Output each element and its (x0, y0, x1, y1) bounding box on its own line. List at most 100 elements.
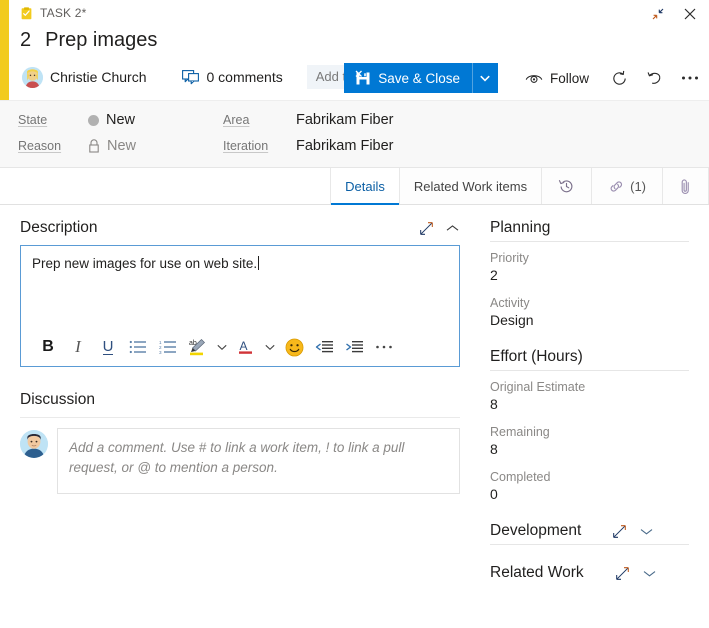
state-dot-icon (88, 115, 99, 126)
field-label-reason: Reason (18, 139, 88, 153)
chevron-down-icon (480, 75, 490, 82)
work-item-type-label: TASK 2* (40, 6, 87, 20)
underline-button[interactable]: U (93, 332, 123, 362)
save-and-close-button[interactable]: Save & Close (344, 63, 472, 93)
expand-diagonal-icon (615, 566, 630, 581)
font-color-dropdown-button[interactable] (261, 332, 279, 362)
development-collapse-button[interactable] (639, 526, 654, 537)
follow-button[interactable]: Follow (519, 70, 595, 87)
outdent-button[interactable] (309, 332, 339, 362)
highlight-button[interactable]: ab (183, 332, 213, 362)
refresh-icon (611, 70, 628, 87)
link-icon (608, 179, 625, 194)
work-item-id: 2 (20, 29, 31, 52)
chevron-up-icon (446, 224, 459, 233)
close-icon[interactable] (679, 4, 701, 24)
reason-text: New (107, 138, 136, 154)
field-value-iteration[interactable]: Fabrikam Fiber (296, 138, 394, 154)
save-options-dropdown[interactable] (472, 63, 498, 93)
related-work-title: Related Work (490, 564, 584, 582)
chevron-down-icon (643, 569, 656, 578)
development-title: Development (490, 522, 581, 540)
text-caret (258, 256, 259, 270)
description-text-area[interactable]: Prep new images for use on web site. (21, 246, 459, 282)
font-color-icon: A (237, 338, 255, 356)
comment-composer-row: Add a comment. Use # to link a work item… (20, 428, 460, 494)
eye-icon (525, 71, 543, 85)
work-item-type-row: TASK 2* (20, 6, 87, 20)
related-work-expand-button[interactable] (614, 565, 631, 582)
tab-details[interactable]: Details (330, 168, 399, 204)
outdent-icon (314, 340, 334, 354)
command-toolbar: Save & Close Follow (344, 63, 701, 93)
bulleted-list-icon (129, 340, 147, 354)
details-right-pane: Planning Priority 2 Activity Design Effo… (480, 205, 709, 609)
priority-value[interactable]: 2 (490, 267, 689, 283)
state-text: New (106, 112, 135, 128)
field-label-state: State (18, 113, 88, 127)
follow-label: Follow (550, 71, 589, 86)
avatar (22, 67, 43, 88)
tab-related-work-items[interactable]: Related Work items (399, 168, 541, 204)
original-estimate-label: Original Estimate (490, 380, 689, 394)
comment-input[interactable]: Add a comment. Use # to link a work item… (57, 428, 460, 494)
remaining-value[interactable]: 8 (490, 441, 689, 457)
comments-button[interactable]: 0 comments (182, 69, 282, 85)
tab-attachments[interactable] (662, 168, 709, 204)
related-work-section: Related Work (490, 564, 689, 582)
field-value-area[interactable]: Fabrikam Fiber (296, 112, 394, 128)
bulleted-list-button[interactable] (123, 332, 153, 362)
work-item-type-color-stripe (0, 0, 9, 100)
refresh-button[interactable] (609, 68, 630, 89)
undo-icon (646, 70, 663, 87)
details-left-pane: Description (0, 205, 480, 609)
field-value-reason: New (88, 138, 223, 154)
bold-button[interactable]: B (33, 332, 63, 362)
related-work-collapse-button[interactable] (642, 568, 657, 579)
more-options-button[interactable] (679, 73, 701, 83)
completed-value[interactable]: 0 (490, 486, 689, 502)
highlight-dropdown-button[interactable] (213, 332, 231, 362)
lock-icon (88, 139, 100, 153)
comments-count-label: 0 comments (206, 69, 282, 85)
font-color-button[interactable]: A (231, 332, 261, 362)
description-format-toolbar: B I U 1 2 3 (21, 328, 459, 366)
task-clipboard-icon (20, 7, 33, 20)
tab-links[interactable]: (1) (591, 168, 662, 204)
work-item-title[interactable]: Prep images (45, 29, 157, 52)
area-text: Fabrikam Fiber (296, 112, 394, 128)
work-item-header: TASK 2* 2 Prep images Christie Chur (0, 0, 709, 100)
save-and-close-label: Save & Close (378, 71, 460, 86)
avatar (20, 430, 48, 458)
window-controls (647, 4, 701, 24)
italic-button[interactable]: I (63, 332, 93, 362)
indent-button[interactable] (339, 332, 369, 362)
description-collapse-button[interactable] (445, 223, 460, 234)
more-ellipsis-icon (375, 344, 393, 350)
assignee-name: Christie Church (50, 69, 146, 85)
undo-button[interactable] (644, 68, 665, 89)
description-expand-button[interactable] (418, 220, 435, 237)
more-format-button[interactable] (369, 332, 399, 362)
activity-value[interactable]: Design (490, 312, 689, 328)
more-ellipsis-icon (681, 75, 699, 81)
assigned-to[interactable]: Christie Church (22, 67, 146, 88)
original-estimate-value[interactable]: 8 (490, 396, 689, 412)
tab-details-label: Details (345, 179, 385, 194)
development-section: Development (490, 522, 689, 545)
description-editor[interactable]: Prep new images for use on web site. B I… (20, 245, 460, 367)
numbered-list-button[interactable]: 1 2 3 (153, 332, 183, 362)
tab-history[interactable] (541, 168, 591, 204)
development-expand-button[interactable] (611, 523, 628, 540)
field-label-iteration: Iteration (223, 139, 296, 153)
history-clock-icon (558, 178, 575, 195)
comment-placeholder: Add a comment. Use # to link a work item… (69, 438, 448, 478)
discussion-divider (20, 417, 460, 418)
numbered-list-icon: 1 2 3 (159, 340, 177, 354)
emoji-button[interactable] (279, 332, 309, 362)
chevron-down-icon (217, 344, 227, 351)
indent-icon (344, 340, 364, 354)
restore-down-icon[interactable] (647, 4, 669, 24)
expand-diagonal-icon (612, 524, 627, 539)
field-value-state[interactable]: New (88, 112, 223, 128)
